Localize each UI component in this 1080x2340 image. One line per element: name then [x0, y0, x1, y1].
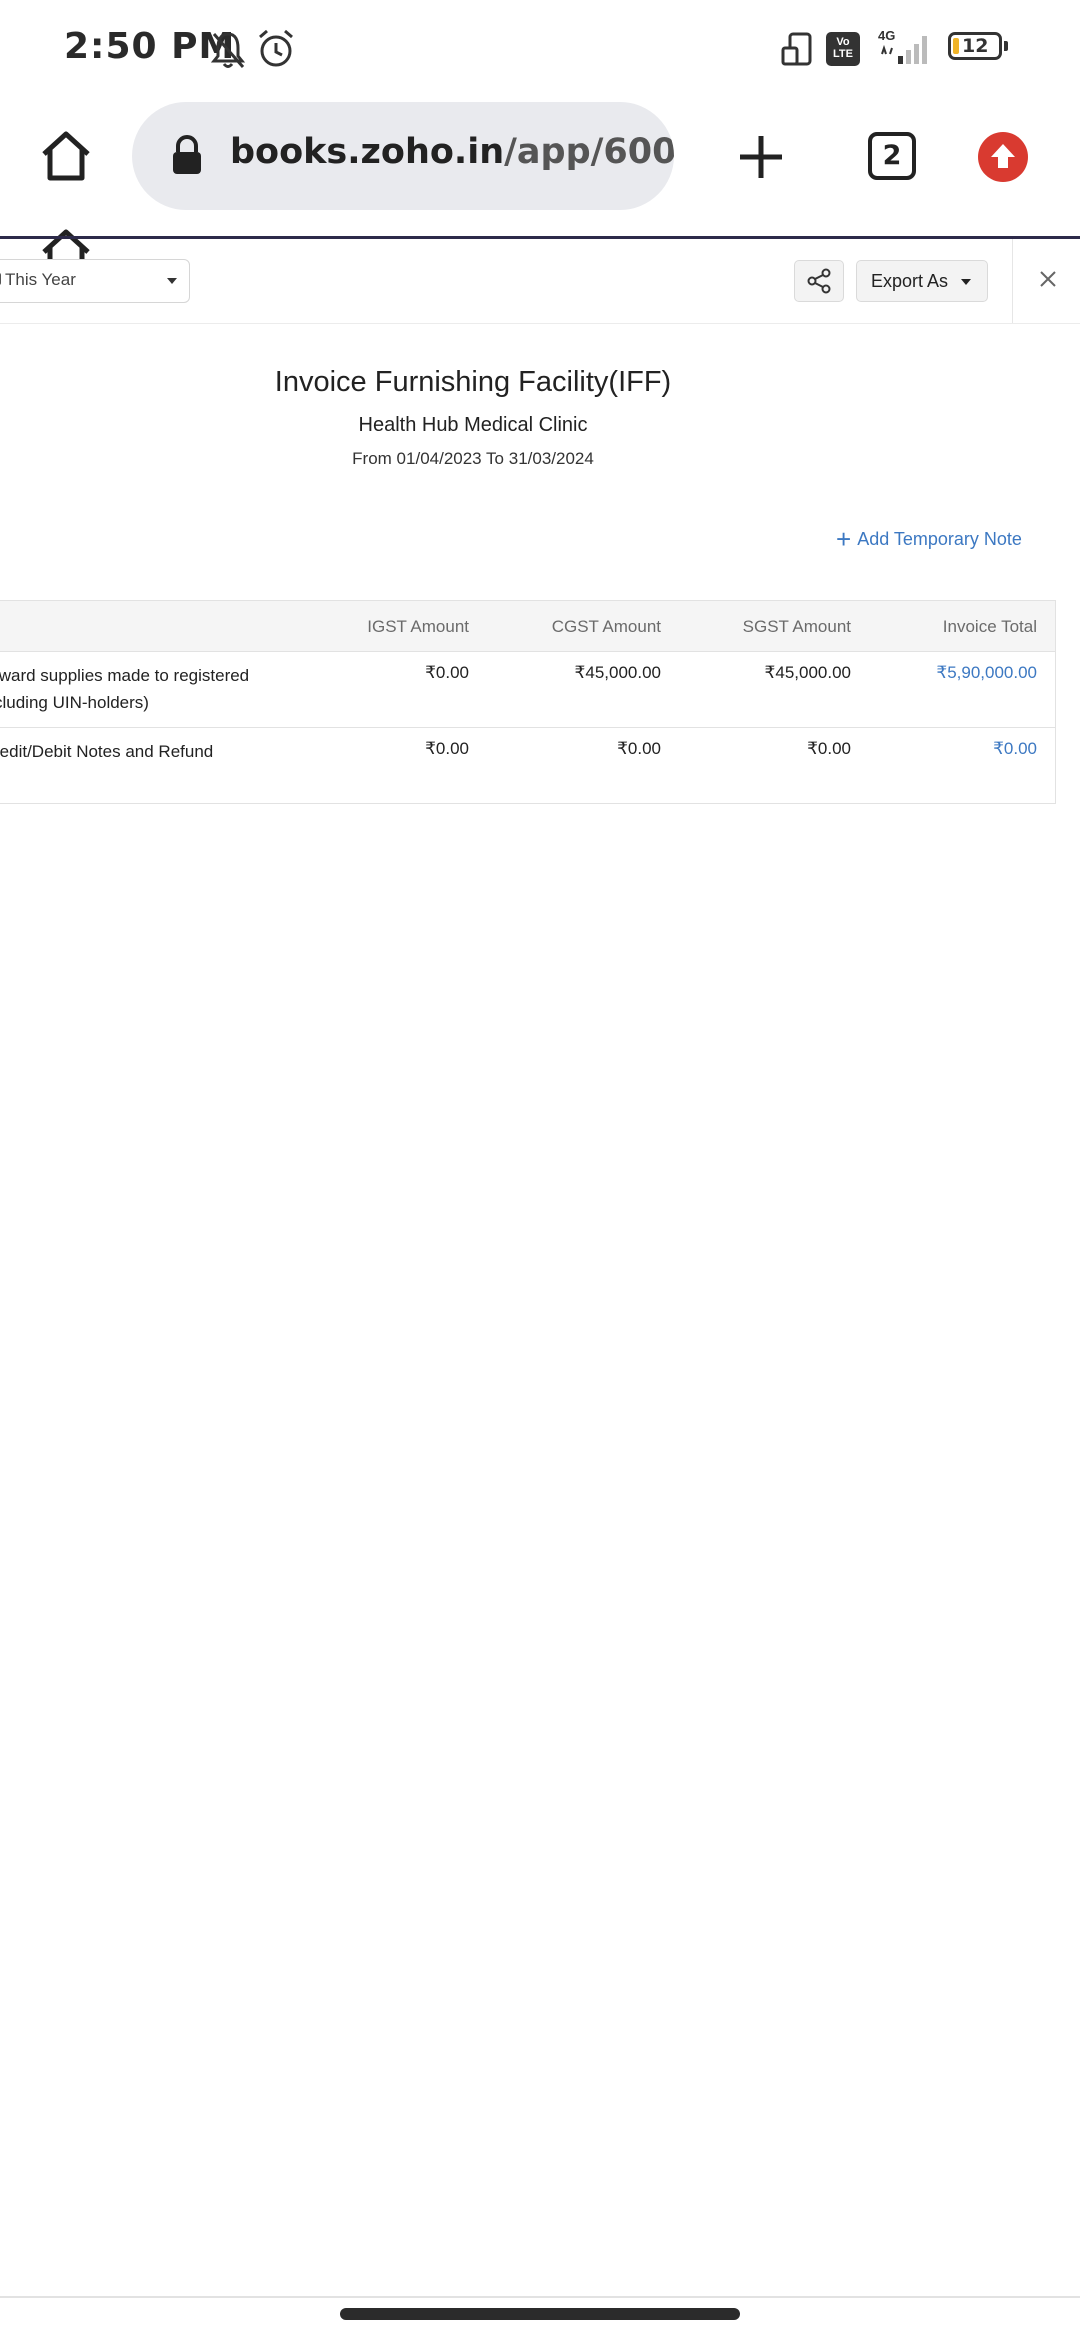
- date-range: From 01/04/2023 To 31/03/2024: [352, 449, 594, 468]
- battery-icon: 12: [948, 32, 1008, 64]
- header-sgst: SGST Amount: [742, 617, 851, 636]
- table-header: IGST Amount CGST Amount SGST Amount Invo…: [0, 600, 1055, 652]
- share-button[interactable]: [794, 260, 844, 302]
- row-description-line: tward supplies made to registered: [0, 666, 250, 685]
- status-bar: 2:50 PM Vo LTE 4G 12: [0, 0, 1080, 100]
- report-title: Invoice Furnishing Facility(IFF): [274, 366, 672, 398]
- chevron-down-icon: [961, 279, 971, 285]
- cell-igst: ₹0.00: [425, 663, 469, 682]
- organization-name: Health Hub Medical Clinic: [358, 414, 588, 436]
- temp-note-label: Add Temporary Note: [857, 529, 1022, 549]
- report-toolbar: This Year Export As: [0, 239, 1080, 324]
- signal-icon: [881, 36, 927, 64]
- chevron-down-icon: [167, 278, 177, 284]
- volte-icon: Vo LTE: [826, 32, 860, 66]
- header-invoice-total: Invoice Total: [942, 617, 1037, 636]
- calendar-icon: [0, 273, 1, 285]
- gesture-home-indicator[interactable]: [340, 2308, 740, 2320]
- cell-sgst: ₹0.00: [807, 739, 851, 758]
- cell-invoice-total-link[interactable]: ₹5,90,000.00: [936, 663, 1037, 683]
- share-icon: [807, 268, 831, 294]
- lock-icon: [173, 135, 201, 174]
- cell-cgst: ₹0.00: [617, 739, 661, 758]
- add-temporary-note-link[interactable]: + Add Temporary Note: [836, 524, 1022, 555]
- table-row: redit/Debit Notes and Refund ₹0.00 ₹0.00…: [0, 728, 1055, 804]
- iff-summary-table: IGST Amount CGST Amount SGST Amount Invo…: [0, 600, 1056, 804]
- plus-icon: +: [836, 524, 852, 554]
- period-label: This Year: [5, 270, 76, 289]
- export-label: Export As: [871, 271, 949, 291]
- row-description: redit/Debit Notes and Refund: [0, 738, 294, 765]
- cell-invoice-total-link[interactable]: ₹0.00: [993, 739, 1037, 759]
- tab-switcher-button[interactable]: 2: [868, 132, 916, 180]
- mute-bell-icon: [210, 32, 246, 68]
- header-igst: IGST Amount: [367, 617, 469, 636]
- home-icon-button[interactable]: [40, 130, 92, 182]
- url-text: books.zoho.in/app/600241: [230, 132, 674, 172]
- row-description: tward supplies made to registered cludin…: [0, 662, 294, 716]
- screen-rotate-icon: [781, 32, 812, 66]
- cell-cgst: ₹45,000.00: [574, 663, 661, 682]
- period-dropdown[interactable]: This Year: [0, 259, 190, 303]
- bottom-divider: [0, 2296, 1080, 2298]
- cell-sgst: ₹45,000.00: [764, 663, 851, 682]
- new-tab-icon[interactable]: [738, 134, 784, 180]
- address-bar[interactable]: books.zoho.in/app/600241: [132, 102, 674, 210]
- table-row: tward supplies made to registered cludin…: [0, 652, 1055, 728]
- upgrade-icon[interactable]: [978, 132, 1028, 182]
- row-description-line: cluding UIN-holders): [0, 693, 149, 712]
- cell-igst: ₹0.00: [425, 739, 469, 758]
- header-cgst: CGST Amount: [551, 617, 661, 636]
- row-description-line: redit/Debit Notes and Refund: [0, 742, 214, 761]
- alarm-icon: [259, 29, 293, 67]
- battery-level: 12: [962, 35, 989, 57]
- toolbar-divider: [1012, 239, 1013, 323]
- close-icon[interactable]: [1032, 263, 1064, 295]
- export-as-button[interactable]: Export As: [856, 260, 988, 302]
